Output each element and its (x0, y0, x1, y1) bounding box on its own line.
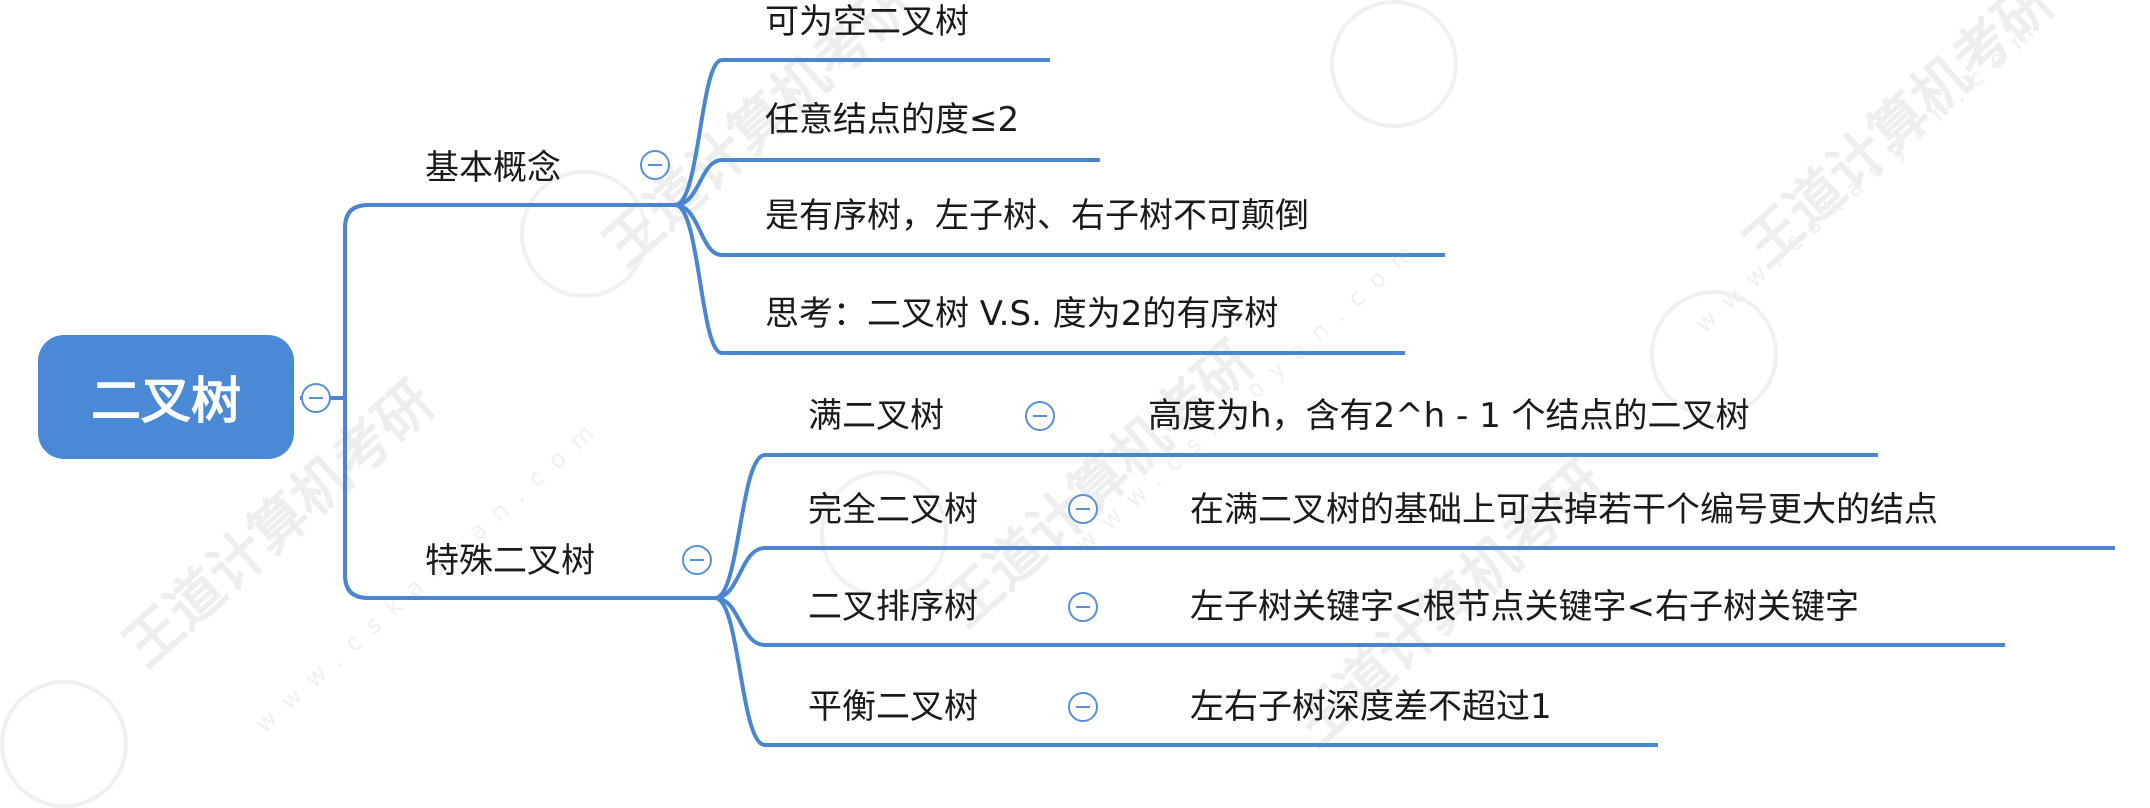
basic-leaf-3[interactable]: 是有序树，左子树、右子树不可颠倒 (765, 196, 1309, 236)
special-node-balanced[interactable]: 平衡二叉树 (808, 687, 978, 727)
collapse-toggle-basic[interactable] (640, 150, 670, 180)
basic-leaf-4[interactable]: 思考：二叉树 V.S. 度为2的有序树 (765, 294, 1278, 334)
collapse-toggle-complete[interactable] (1068, 494, 1098, 524)
minus-icon (648, 164, 662, 166)
branch-basic-label[interactable]: 基本概念 (425, 148, 561, 188)
minus-icon (1033, 415, 1047, 417)
collapse-toggle-bst[interactable] (1068, 592, 1098, 622)
collapse-toggle-special[interactable] (682, 545, 712, 575)
basic-leaf-1[interactable]: 可为空二叉树 (765, 2, 969, 42)
branch-special-label[interactable]: 特殊二叉树 (425, 541, 595, 581)
minus-icon (690, 559, 704, 561)
mind-map: 王道计算机考研 王道计算机考研 王道计算机考研 王道计算机考研 王道计算机考研 … (0, 0, 2150, 808)
root-node[interactable]: 二叉树 (38, 335, 294, 459)
minus-icon (309, 397, 323, 399)
special-desc-balanced[interactable]: 左右子树深度差不超过1 (1190, 687, 1552, 727)
special-node-full[interactable]: 满二叉树 (808, 396, 944, 436)
basic-leaf-2[interactable]: 任意结点的度≤2 (765, 100, 1019, 140)
special-node-complete[interactable]: 完全二叉树 (808, 490, 978, 530)
minus-icon (1076, 606, 1090, 608)
collapse-toggle-root[interactable] (301, 383, 331, 413)
root-label: 二叉树 (91, 372, 241, 430)
special-desc-full[interactable]: 高度为h，含有2^h - 1 个结点的二叉树 (1148, 396, 1750, 436)
special-desc-complete[interactable]: 在满二叉树的基础上可去掉若干个编号更大的结点 (1190, 490, 1938, 530)
special-desc-bst[interactable]: 左子树关键字<根节点关键字<右子树关键字 (1190, 587, 1859, 627)
minus-icon (1076, 706, 1090, 708)
collapse-toggle-balanced[interactable] (1068, 692, 1098, 722)
special-node-bst[interactable]: 二叉排序树 (808, 587, 978, 627)
collapse-toggle-full[interactable] (1025, 401, 1055, 431)
minus-icon (1076, 508, 1090, 510)
